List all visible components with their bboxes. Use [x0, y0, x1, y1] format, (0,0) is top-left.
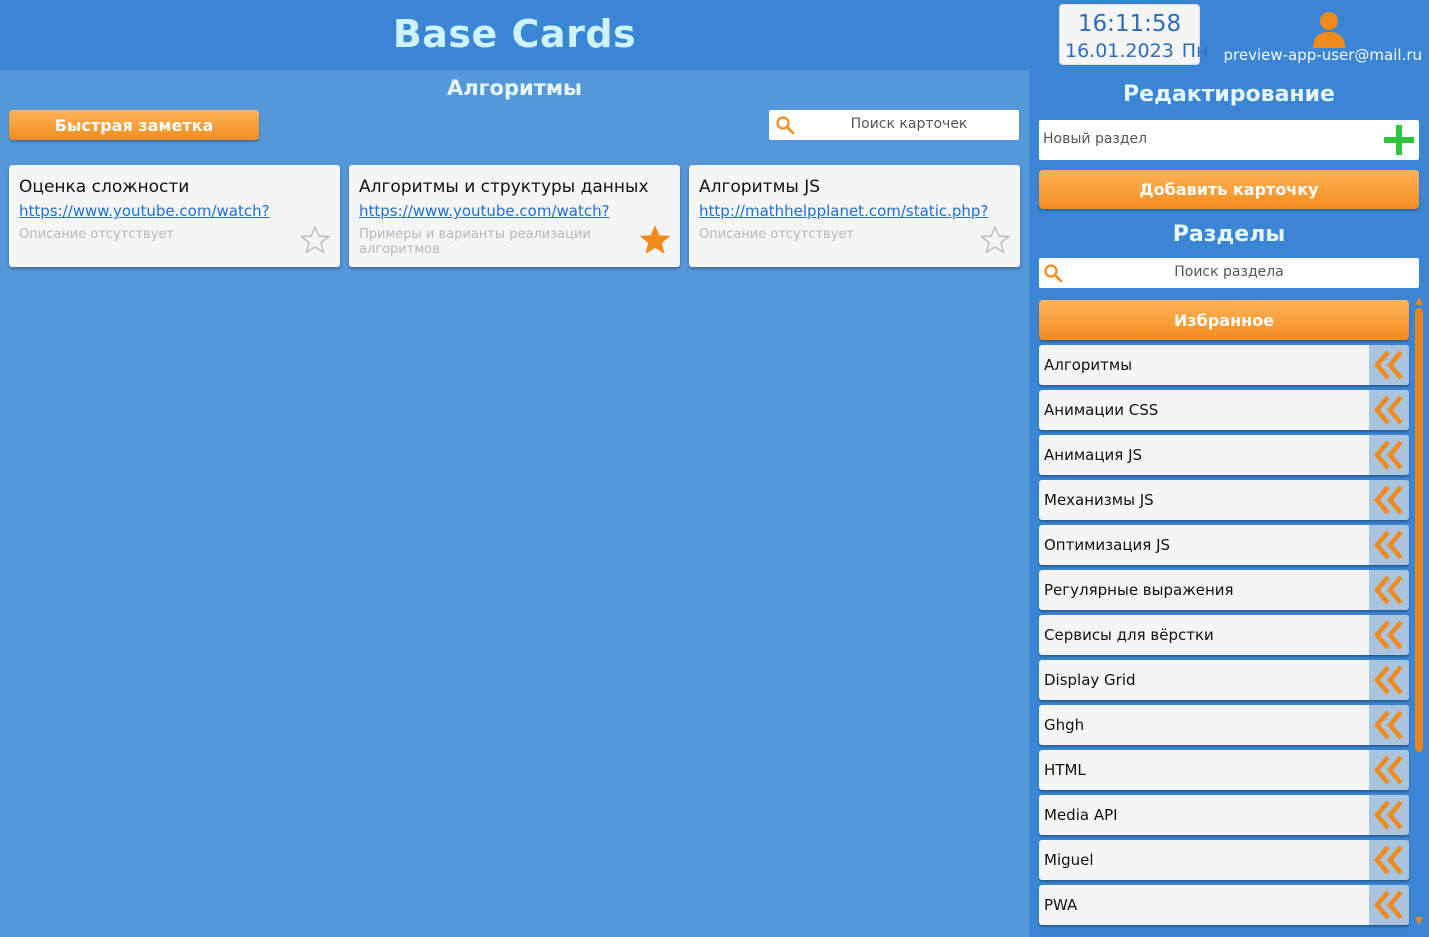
section-item-label: Анимация JS	[1044, 446, 1143, 464]
section-open-button[interactable]	[1369, 390, 1409, 430]
sections-title: Разделы	[1172, 222, 1286, 247]
card-title: Алгоритмы JS	[699, 177, 821, 197]
card-description: Описание отсутствует	[19, 227, 174, 242]
quick-note-button[interactable]: Быстрая заметка	[9, 110, 259, 140]
section-list-item[interactable]: Ghgh	[1039, 705, 1409, 745]
section-list-item[interactable]: HTML	[1039, 750, 1409, 790]
section-item-label: Регулярные выражения	[1044, 581, 1234, 599]
clock-time: 16:11:58	[1077, 11, 1182, 37]
card[interactable]: Алгоритмы и структуры данных https://www…	[349, 165, 680, 267]
scrollbar-thumb[interactable]	[1415, 308, 1423, 752]
double-chevron-left-icon	[1374, 710, 1403, 740]
section-search-placeholder: Поиск раздела	[1174, 264, 1284, 280]
user-avatar-icon[interactable]	[1309, 8, 1349, 48]
double-chevron-left-icon	[1374, 575, 1403, 605]
new-section-placeholder: Новый раздел	[1043, 131, 1148, 147]
double-chevron-left-icon	[1374, 845, 1403, 875]
star-filled-icon[interactable]	[640, 225, 670, 255]
section-list-item[interactable]: Оптимизация JS	[1039, 525, 1409, 565]
section-open-button[interactable]	[1369, 795, 1409, 835]
section-open-button[interactable]	[1369, 345, 1409, 385]
card-search-placeholder: Поиск карточек	[850, 116, 968, 132]
main-panel: Алгоритмы Быстрая заметка Поиск карточек…	[0, 70, 1029, 937]
card-description: Описание отсутствует	[699, 227, 854, 242]
card-title: Оценка сложности	[19, 177, 190, 197]
double-chevron-left-icon	[1374, 800, 1403, 830]
double-chevron-left-icon	[1374, 395, 1403, 425]
favorites-button[interactable]: Избранное	[1039, 300, 1409, 340]
section-list-item[interactable]: Механизмы JS	[1039, 480, 1409, 520]
section-list-item[interactable]: Media API	[1039, 795, 1409, 835]
card-title: Алгоритмы и структуры данных	[359, 177, 649, 197]
card-description: Примеры и варианты реализации алгоритмов	[359, 227, 591, 257]
double-chevron-left-icon	[1374, 890, 1403, 920]
section-list-item[interactable]: Анимация JS	[1039, 435, 1409, 475]
section-open-button[interactable]	[1369, 435, 1409, 475]
double-chevron-left-icon	[1374, 530, 1403, 560]
scroll-down-arrow-icon[interactable]	[1414, 916, 1424, 926]
section-item-label: Оптимизация JS	[1044, 536, 1171, 554]
search-icon	[776, 116, 795, 135]
section-list-item[interactable]: Сервисы для вёрстки	[1039, 615, 1409, 655]
clock-weekday: Пн	[1181, 40, 1209, 62]
double-chevron-left-icon	[1374, 665, 1403, 695]
section-list-item[interactable]: Анимации CSS	[1039, 390, 1409, 430]
star-outline-icon[interactable]	[980, 225, 1010, 255]
section-list-item[interactable]: Display Grid	[1039, 660, 1409, 700]
add-section-plus-icon[interactable]	[1383, 124, 1415, 156]
clock-date: 16.01.2023	[1065, 40, 1174, 62]
section-list-item[interactable]: Регулярные выражения	[1039, 570, 1409, 610]
section-list-item[interactable]: Miguel	[1039, 840, 1409, 880]
section-item-label: Сервисы для вёрстки	[1044, 626, 1214, 644]
section-item-label: Анимации CSS	[1044, 401, 1159, 419]
star-outline-icon[interactable]	[300, 225, 330, 255]
clock-widget: 16:11:58 16.01.2023 Пн	[1059, 4, 1209, 65]
section-item-label: Ghgh	[1044, 716, 1085, 734]
sidebar: Редактирование Новый раздел Добавить кар…	[1029, 70, 1429, 937]
double-chevron-left-icon	[1374, 485, 1403, 515]
section-item-label: Miguel	[1044, 851, 1094, 869]
section-open-button[interactable]	[1369, 480, 1409, 520]
section-open-button[interactable]	[1369, 840, 1409, 880]
section-list-scrollbar[interactable]	[1413, 296, 1425, 926]
card-link[interactable]: http://mathhelpplanet.com/static.php?	[699, 202, 988, 220]
scroll-up-arrow-icon[interactable]	[1414, 296, 1424, 306]
card-link[interactable]: https://www.youtube.com/watch?	[359, 202, 610, 220]
section-item-label: PWA	[1044, 896, 1078, 914]
user-email[interactable]: preview-app-user@mail.ru	[1224, 46, 1423, 64]
section-open-button[interactable]	[1369, 750, 1409, 790]
edit-title: Редактирование	[1123, 82, 1335, 107]
card[interactable]: Алгоритмы JS http://mathhelpplanet.com/s…	[689, 165, 1020, 267]
add-card-button[interactable]: Добавить карточку	[1039, 170, 1419, 209]
app-title: Base Cards	[392, 12, 637, 56]
section-search-input[interactable]: Поиск раздела	[1039, 258, 1419, 288]
section-open-button[interactable]	[1369, 615, 1409, 655]
section-open-button[interactable]	[1369, 570, 1409, 610]
section-item-label: HTML	[1044, 761, 1086, 779]
section-item-label: Механизмы JS	[1044, 491, 1154, 509]
section-open-button[interactable]	[1369, 525, 1409, 565]
new-section-input[interactable]: Новый раздел	[1039, 120, 1419, 160]
section-item-label: Media API	[1044, 806, 1118, 824]
section-item-label: Display Grid	[1044, 671, 1136, 689]
double-chevron-left-icon	[1374, 620, 1403, 650]
double-chevron-left-icon	[1374, 350, 1403, 380]
clock-date-row: 16.01.2023 Пн	[1065, 40, 1209, 62]
section-open-button[interactable]	[1369, 705, 1409, 745]
card[interactable]: Оценка сложности https://www.youtube.com…	[9, 165, 340, 267]
section-list: Алгоритмы Анимации CSS Анимация JS Механ…	[1039, 345, 1409, 930]
section-open-button[interactable]	[1369, 885, 1409, 925]
card-link[interactable]: https://www.youtube.com/watch?	[19, 202, 270, 220]
section-open-button[interactable]	[1369, 660, 1409, 700]
current-section-title: Алгоритмы	[446, 76, 583, 100]
header: Base Cards 16:11:58 16.01.2023 Пн preview…	[0, 0, 1429, 70]
double-chevron-left-icon	[1374, 755, 1403, 785]
section-list-item[interactable]: PWA	[1039, 885, 1409, 925]
section-list-item[interactable]: Алгоритмы	[1039, 345, 1409, 385]
double-chevron-left-icon	[1374, 440, 1403, 470]
section-item-label: Алгоритмы	[1044, 356, 1133, 374]
card-search-input[interactable]: Поиск карточек	[769, 110, 1019, 140]
